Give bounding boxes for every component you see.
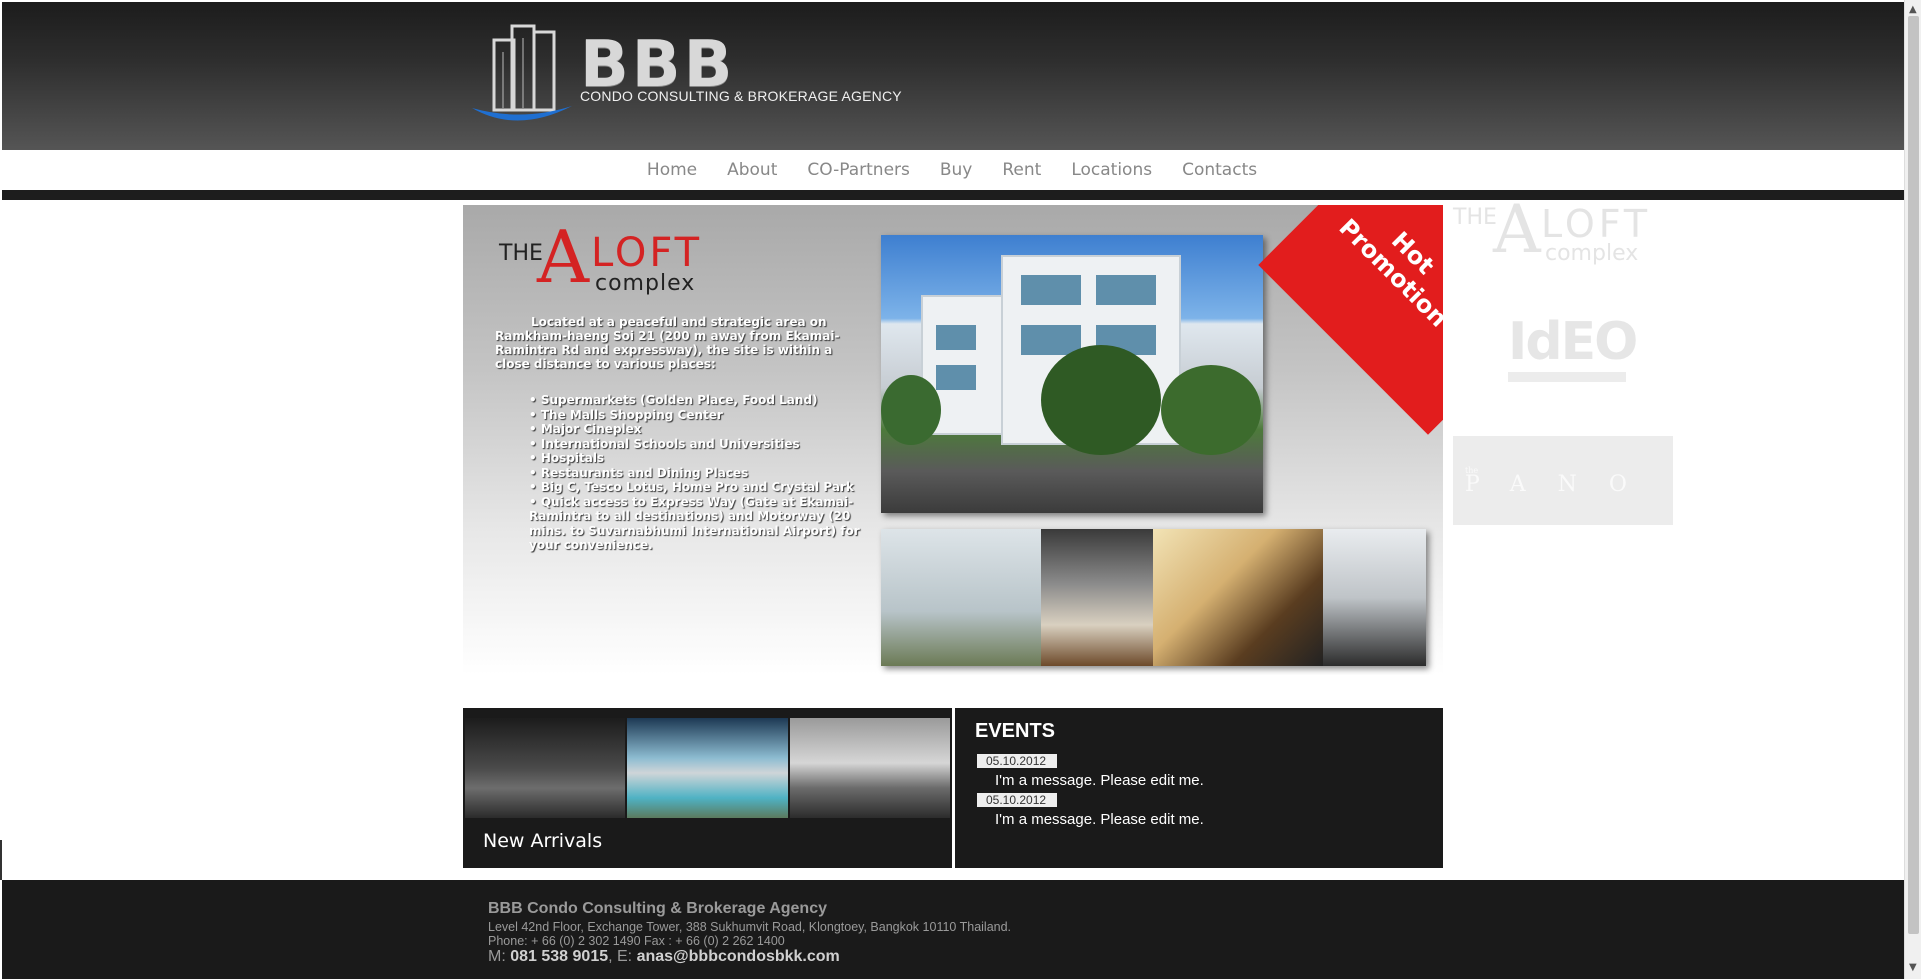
nav-divider xyxy=(2,190,1904,200)
page-edge xyxy=(0,840,2,880)
thumbnail-bedroom[interactable] xyxy=(1323,529,1426,666)
arrival-photo[interactable] xyxy=(789,718,950,818)
footer-company-name: BBB Condo Consulting & Brokerage Agency xyxy=(488,900,827,917)
side-logo-pano[interactable]: the PANO xyxy=(1453,436,1673,525)
aloft-logo-a: A xyxy=(537,215,589,299)
event-date: 05.10.2012 xyxy=(977,754,1057,768)
footer-mobile-number[interactable]: 081 538 9015 xyxy=(510,948,608,965)
nav-locations[interactable]: Locations xyxy=(1071,160,1152,180)
thumbnail-interior[interactable] xyxy=(1041,529,1153,666)
list-item: • Big C, Tesco Lotus, Home Pro and Cryst… xyxy=(529,480,854,494)
main-nav: Home About CO-Partners Buy Rent Location… xyxy=(0,150,1904,190)
aloft-logo-loft: LOFT xyxy=(591,230,703,276)
aloft-logo-complex: complex xyxy=(595,271,696,296)
brand-tagline: CONDO CONSULTING & BROKERAGE AGENCY xyxy=(580,88,902,104)
event-date: 05.10.2012 xyxy=(977,793,1057,807)
thumbnail-livingroom[interactable] xyxy=(1153,529,1323,666)
side-ideo-glyphs: IdEO xyxy=(1508,312,1638,372)
side-logo-aloft[interactable]: THE A LOFT complex xyxy=(1453,197,1653,275)
nav-home[interactable]: Home xyxy=(647,160,697,180)
side-aloft-the: THE xyxy=(1453,205,1497,230)
site-footer: BBB Condo Consulting & Brokerage Agency … xyxy=(2,880,1904,979)
footer-email-prefix: , E: xyxy=(608,948,633,965)
events-panel: EVENTS 05.10.2012 I'm a message. Please … xyxy=(955,708,1443,868)
footer-address: Level 42nd Floor, Exchange Tower, 388 Su… xyxy=(488,920,1012,934)
event-message[interactable]: I'm a message. Please edit me. xyxy=(995,811,1204,828)
nearby-places-list: • Supermarkets (Golden Place, Food Land)… xyxy=(529,393,879,553)
scroll-down-icon[interactable]: ▼ xyxy=(1909,962,1917,973)
list-item: • Quick access to Express Way (Gate at E… xyxy=(529,494,860,553)
building-photo[interactable] xyxy=(881,235,1263,513)
bbb-logo[interactable]: BBB CONDO CONSULTING & BROKERAGE AGENCY xyxy=(472,22,902,142)
side-logo-ideo[interactable]: IdEO xyxy=(1508,316,1638,386)
site-header: BBB CONDO CONSULTING & BROKERAGE AGENCY xyxy=(2,2,1904,150)
scroll-thumb[interactable] xyxy=(1908,16,1919,934)
promo-description: Located at a peaceful and strategic area… xyxy=(495,315,840,371)
promo-slide[interactable]: THE A LOFT complex Located at a peaceful… xyxy=(463,205,1443,675)
nav-rent[interactable]: Rent xyxy=(1002,160,1041,180)
list-item: • The Malls Shopping Center xyxy=(529,407,723,422)
side-aloft-a: A xyxy=(1493,191,1541,268)
aloft-complex-logo: THE A LOFT complex xyxy=(499,221,719,301)
side-ideo-bar xyxy=(1508,372,1626,382)
footer-mobile-prefix: M: xyxy=(488,948,506,965)
thumbnail-exterior[interactable] xyxy=(881,529,1041,666)
scroll-up-icon[interactable]: ▲ xyxy=(1909,4,1917,15)
new-arrivals-photos xyxy=(465,718,950,818)
new-arrivals-label: New Arrivals xyxy=(483,830,603,852)
photo-thumbnails[interactable] xyxy=(881,529,1426,666)
arrival-photo[interactable] xyxy=(465,718,626,818)
side-pano-name: PANO xyxy=(1465,472,1659,497)
nav-about[interactable]: About xyxy=(727,160,777,180)
footer-email-link[interactable]: anas@bbbcondosbkk.com xyxy=(637,948,840,965)
nav-co-partners[interactable]: CO-Partners xyxy=(807,160,910,180)
new-arrivals-panel[interactable]: New Arrivals xyxy=(463,708,952,868)
footer-phone: Phone: + 66 (0) 2 302 1490 Fax : + 66 (0… xyxy=(488,934,785,948)
nav-contacts[interactable]: Contacts xyxy=(1182,160,1257,180)
event-message[interactable]: I'm a message. Please edit me. xyxy=(995,772,1204,789)
side-aloft-complex: complex xyxy=(1545,241,1639,266)
list-item: • Hospitals xyxy=(529,451,605,465)
vertical-scrollbar[interactable]: ▲ ▼ xyxy=(1904,0,1921,979)
events-title: EVENTS xyxy=(975,720,1056,742)
footer-contact: M: 081 538 9015, E: anas@bbbcondosbkk.co… xyxy=(488,948,840,966)
nav-buy[interactable]: Buy xyxy=(940,160,973,180)
list-item: • International Schools and Universities xyxy=(529,436,800,451)
arrival-photo[interactable] xyxy=(627,718,788,818)
side-aloft-loft: LOFT xyxy=(1541,202,1652,246)
building-logo-icon xyxy=(472,24,572,121)
list-item: • Major Cineplex xyxy=(529,422,642,436)
list-item: • Restaurants and Dining Places xyxy=(529,465,749,480)
list-item: • Supermarkets (Golden Place, Food Land) xyxy=(529,393,818,407)
